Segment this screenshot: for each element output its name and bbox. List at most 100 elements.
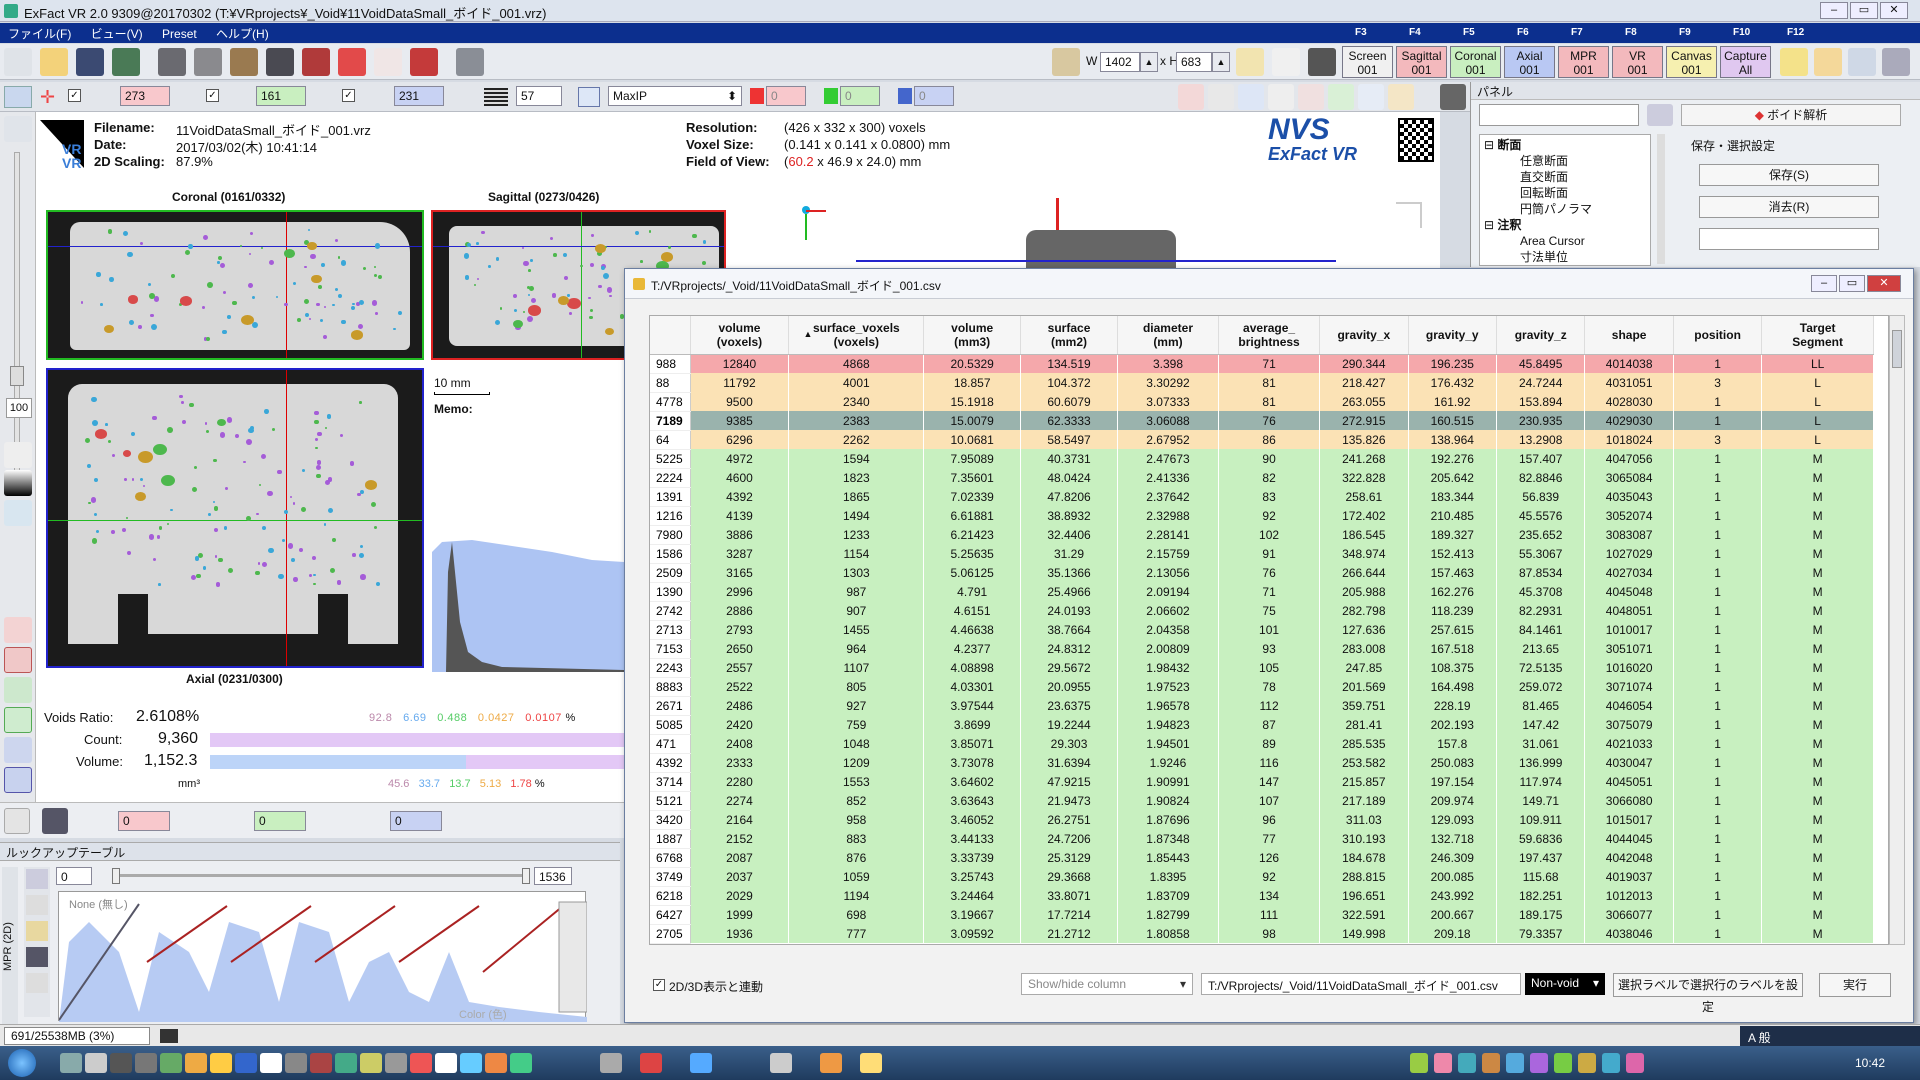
menu-help[interactable]: ヘルプ(H) — [208, 23, 277, 44]
lut-range-slider[interactable] — [116, 874, 526, 877]
measure-icon[interactable] — [4, 500, 32, 526]
tray-icon[interactable] — [1554, 1053, 1572, 1073]
taskbar-app-icon[interactable] — [860, 1053, 882, 1073]
column-header-gravity-y[interactable]: gravity_y — [1408, 316, 1497, 355]
table-row[interactable]: 1586 3287 1154 5.25635 31.29 2.15759 91 348.974… — [650, 544, 1874, 564]
box-icon[interactable] — [1328, 84, 1354, 110]
tree-section-annotations[interactable]: ⊟ 注釈 — [1484, 217, 1646, 233]
tree-item-orthogonal[interactable]: 直交断面 — [1484, 169, 1646, 185]
taskbar-app-icon[interactable] — [460, 1053, 482, 1073]
table-row[interactable]: 6768 2087 876 3.33739 25.3129 1.85443 126 184.6… — [650, 848, 1874, 868]
red-sphere-icon[interactable] — [4, 617, 32, 643]
graph-icon[interactable] — [1882, 48, 1910, 76]
blue-half-sphere-icon[interactable] — [4, 767, 32, 793]
csv-scroll-thumb[interactable] — [1892, 330, 1902, 368]
taskbar-app-icon[interactable] — [310, 1053, 332, 1073]
table-row[interactable]: 5225 4972 1594 7.95089 40.3731 2.47673 90 241.2… — [650, 449, 1874, 469]
fit-view-icon[interactable] — [4, 442, 32, 468]
view-button-coronal[interactable]: Coronal 001 — [1450, 46, 1501, 78]
taskbar-app-icon[interactable] — [820, 1053, 842, 1073]
light-icon[interactable] — [1208, 84, 1234, 110]
cross-icon[interactable]: ✛ — [40, 88, 62, 108]
table-row[interactable]: 4778 9500 2340 15.1918 60.6079 3.07333 81 263.0… — [650, 392, 1874, 412]
width-input[interactable]: 1402 — [1100, 52, 1140, 72]
sync-checkbox[interactable]: ✓ — [653, 979, 665, 991]
lut-up-icon[interactable] — [26, 895, 48, 915]
blue-threshold-input[interactable]: 0 — [914, 86, 954, 106]
table-row[interactable]: 471 2408 1048 3.85071 29.303 1.94501 89 285.535… — [650, 734, 1874, 754]
csv-file-select[interactable]: T:/VRprojects/_Void/11VoidDataSmall_ボイド_… — [1201, 973, 1521, 995]
lut-reset-icon[interactable] — [26, 973, 48, 993]
red-offset-input[interactable]: 0 — [118, 811, 170, 831]
apply-label-button[interactable]: 選択ラベルで選択行のラベルを設定 — [1613, 973, 1803, 1014]
fit-icon[interactable] — [1178, 84, 1204, 110]
tray-icon[interactable] — [1410, 1053, 1428, 1073]
column-header-gravity-x[interactable]: gravity_x — [1319, 316, 1409, 355]
lut-max-input[interactable]: 1536 — [534, 867, 572, 885]
blue-sphere-icon[interactable] — [4, 737, 32, 763]
column-header-position[interactable]: position — [1673, 316, 1763, 355]
green-slice-input[interactable]: 161 — [256, 86, 306, 106]
vr-volume[interactable] — [1026, 230, 1176, 270]
zoom-slider[interactable] — [14, 152, 20, 492]
tray-icon[interactable] — [1602, 1053, 1620, 1073]
grid-icon[interactable] — [1268, 84, 1294, 110]
tree-item-panorama[interactable]: 円筒パノラマ — [1484, 201, 1646, 217]
table-row[interactable]: 88 11792 4001 18.857 104.372 3.30292 81 218.427… — [650, 373, 1874, 393]
folder-open-icon[interactable] — [40, 48, 68, 76]
taskbar-app-icon[interactable] — [160, 1053, 182, 1073]
lut-min-handle[interactable] — [112, 868, 120, 884]
view-button-axial[interactable]: Axial 001 — [1504, 46, 1555, 78]
table-row[interactable]: 2713 2793 1455 4.46638 38.7664 2.04358 101 127.… — [650, 620, 1874, 640]
menu-view[interactable]: ビュー(V) — [83, 23, 151, 44]
blue-offset-input[interactable]: 0 — [390, 811, 442, 831]
tray-icon[interactable] — [1506, 1053, 1524, 1073]
lock-icon[interactable] — [1052, 48, 1080, 76]
view-button-capture[interactable]: Capture All — [1720, 46, 1771, 78]
scene-icon[interactable] — [158, 48, 186, 76]
folder-icon[interactable] — [1780, 48, 1808, 76]
taskbar-app-icon[interactable] — [260, 1053, 282, 1073]
table-row[interactable]: 3714 2280 1553 3.64602 47.9215 1.90991 147 215.… — [650, 772, 1874, 792]
link-icon[interactable] — [42, 808, 68, 834]
table-row[interactable]: 6218 2029 1194 3.24464 33.8071 1.83709 134 196.… — [650, 886, 1874, 906]
taskbar-app-icon[interactable] — [235, 1053, 257, 1073]
menu-preset[interactable]: Preset — [154, 25, 205, 43]
lut-folder-icon[interactable] — [26, 921, 48, 941]
tray-icon[interactable] — [1626, 1053, 1644, 1073]
table-row[interactable]: 2224 4600 1823 7.35601 48.0424 2.41336 82 322.8… — [650, 468, 1874, 488]
zoom-value[interactable]: 100 — [6, 398, 32, 418]
preset-select[interactable] — [1699, 228, 1879, 250]
maximize-button[interactable]: ▭ — [1850, 2, 1878, 19]
delete-button[interactable]: 消去(R) — [1699, 196, 1879, 218]
table-row[interactable]: 988 12840 4868 20.5329 134.519 3.398 71 290.344… — [650, 354, 1874, 374]
green-half-sphere-icon[interactable] — [4, 707, 32, 733]
table-row[interactable]: 5085 2420 759 3.8699 19.2244 1.94823 87 281.41 2… — [650, 715, 1874, 735]
taskbar-app-icon[interactable] — [770, 1053, 792, 1073]
table-row[interactable]: 64 6296 2262 10.0681 58.5497 2.67952 86 135.826… — [650, 430, 1874, 450]
column-header-surface-mm2-[interactable]: surface (mm2) — [1020, 316, 1118, 355]
table-row[interactable]: 3749 2037 1059 3.25743 29.3668 1.8395 92 288.81… — [650, 867, 1874, 887]
tree-item-area-cursor[interactable]: Area Cursor — [1484, 233, 1646, 249]
table-row[interactable]: 2243 2557 1107 4.08898 29.5672 1.98432 105 247.… — [650, 658, 1874, 678]
panel-search-input[interactable] — [1479, 104, 1639, 126]
render-icon[interactable] — [194, 48, 222, 76]
lut-side-tab[interactable]: MPR (2D) — [2, 867, 18, 1027]
close-button[interactable]: ✕ — [1880, 2, 1908, 19]
taskbar-app-icon[interactable] — [640, 1053, 662, 1073]
camera-icon[interactable] — [1308, 48, 1336, 76]
lut-max-handle[interactable] — [522, 868, 530, 884]
red-threshold-input[interactable]: 0 — [766, 86, 806, 106]
green-sphere-icon[interactable] — [4, 677, 32, 703]
settings-icon[interactable] — [1440, 84, 1466, 110]
csv-close-button[interactable]: ✕ — [1867, 275, 1901, 292]
taskbar-app-icon[interactable] — [410, 1053, 432, 1073]
taskbar-app-icon[interactable] — [360, 1053, 382, 1073]
filter-select[interactable]: Non-void ▾ — [1525, 973, 1605, 995]
csv-maximize-button[interactable]: ▭ — [1839, 275, 1865, 292]
panel-link-icon[interactable] — [1647, 104, 1673, 126]
green-offset-input[interactable]: 0 — [254, 811, 306, 831]
tree-item-rotation[interactable]: 回転断面 — [1484, 185, 1646, 201]
view-button-canvas[interactable]: Canvas 001 — [1666, 46, 1717, 78]
table-row[interactable]: 7980 3886 1233 6.21423 32.4406 2.28141 102 186.… — [650, 525, 1874, 545]
